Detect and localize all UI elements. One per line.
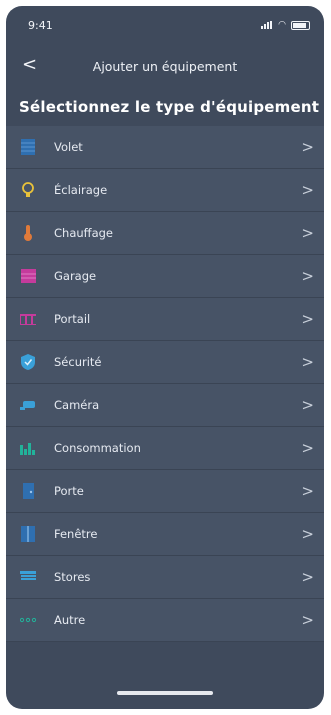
status-time: 9:41 — [28, 18, 53, 32]
list-item-porte[interactable]: Porte > — [6, 470, 324, 513]
list-item-label: Portail — [54, 312, 91, 326]
list-item-label: Porte — [54, 484, 84, 498]
list-item-label: Fenêtre — [54, 527, 98, 541]
lightbulb-icon — [20, 182, 36, 198]
bar-chart-icon — [20, 440, 36, 456]
chevron-right-icon: > — [301, 611, 314, 629]
more-dots-icon — [20, 612, 36, 628]
list-item-fenetre[interactable]: Fenêtre > — [6, 513, 324, 556]
list-item-securite[interactable]: Sécurité > — [6, 341, 324, 384]
list-item-label: Stores — [54, 570, 91, 584]
equipment-type-list: Volet > Éclairage > Chauffage > Garage > — [6, 126, 324, 642]
chevron-right-icon: > — [301, 138, 314, 156]
chevron-right-icon: > — [301, 267, 314, 285]
back-button[interactable]: < — [22, 54, 37, 75]
chevron-right-icon: > — [301, 439, 314, 457]
list-item-label: Consommation — [54, 441, 141, 455]
list-item-label: Autre — [54, 613, 86, 627]
camera-icon — [20, 397, 36, 413]
navigation-bar: < Ajouter un équipement — [6, 44, 324, 88]
gate-icon — [20, 311, 36, 327]
shutter-icon — [20, 139, 36, 155]
list-item-camera[interactable]: Caméra > — [6, 384, 324, 427]
list-item-consommation[interactable]: Consommation > — [6, 427, 324, 470]
wifi-icon: ◠ — [278, 20, 286, 30]
garage-door-icon — [20, 268, 36, 284]
shield-icon — [20, 354, 36, 370]
chevron-right-icon: > — [301, 310, 314, 328]
list-item-eclairage[interactable]: Éclairage > — [6, 169, 324, 212]
list-item-label: Chauffage — [54, 226, 113, 240]
battery-icon — [291, 20, 310, 30]
chevron-right-icon: > — [301, 353, 314, 371]
list-item-portail[interactable]: Portail > — [6, 298, 324, 341]
list-item-label: Garage — [54, 269, 97, 283]
status-bar: 9:41 ◠ — [6, 6, 324, 44]
list-item-stores[interactable]: Stores > — [6, 556, 324, 599]
list-item-label: Sécurité — [54, 355, 102, 369]
list-item-label: Éclairage — [54, 183, 108, 197]
door-icon — [20, 483, 36, 499]
list-item-label: Caméra — [54, 398, 100, 412]
blinds-icon — [20, 569, 36, 585]
list-item-volet[interactable]: Volet > — [6, 126, 324, 169]
chevron-right-icon: > — [301, 181, 314, 199]
list-item-chauffage[interactable]: Chauffage > — [6, 212, 324, 255]
phone-screen: 9:41 ◠ < Ajouter un équipement Sélection… — [6, 6, 324, 709]
page-title: Sélectionnez le type d'équipement — [19, 98, 320, 116]
thermometer-icon — [20, 225, 36, 241]
list-item-label: Volet — [54, 140, 83, 154]
nav-title: Ajouter un équipement — [92, 58, 238, 74]
chevron-right-icon: > — [301, 396, 314, 414]
home-indicator[interactable] — [117, 691, 213, 695]
chevron-right-icon: > — [301, 224, 314, 242]
chevron-right-icon: > — [301, 482, 314, 500]
window-icon — [20, 526, 36, 542]
list-item-autre[interactable]: Autre > — [6, 599, 324, 642]
chevron-right-icon: > — [301, 525, 314, 543]
signal-icon — [261, 21, 273, 29]
chevron-right-icon: > — [301, 568, 314, 586]
status-icons: ◠ — [261, 20, 310, 30]
list-item-garage[interactable]: Garage > — [6, 255, 324, 298]
